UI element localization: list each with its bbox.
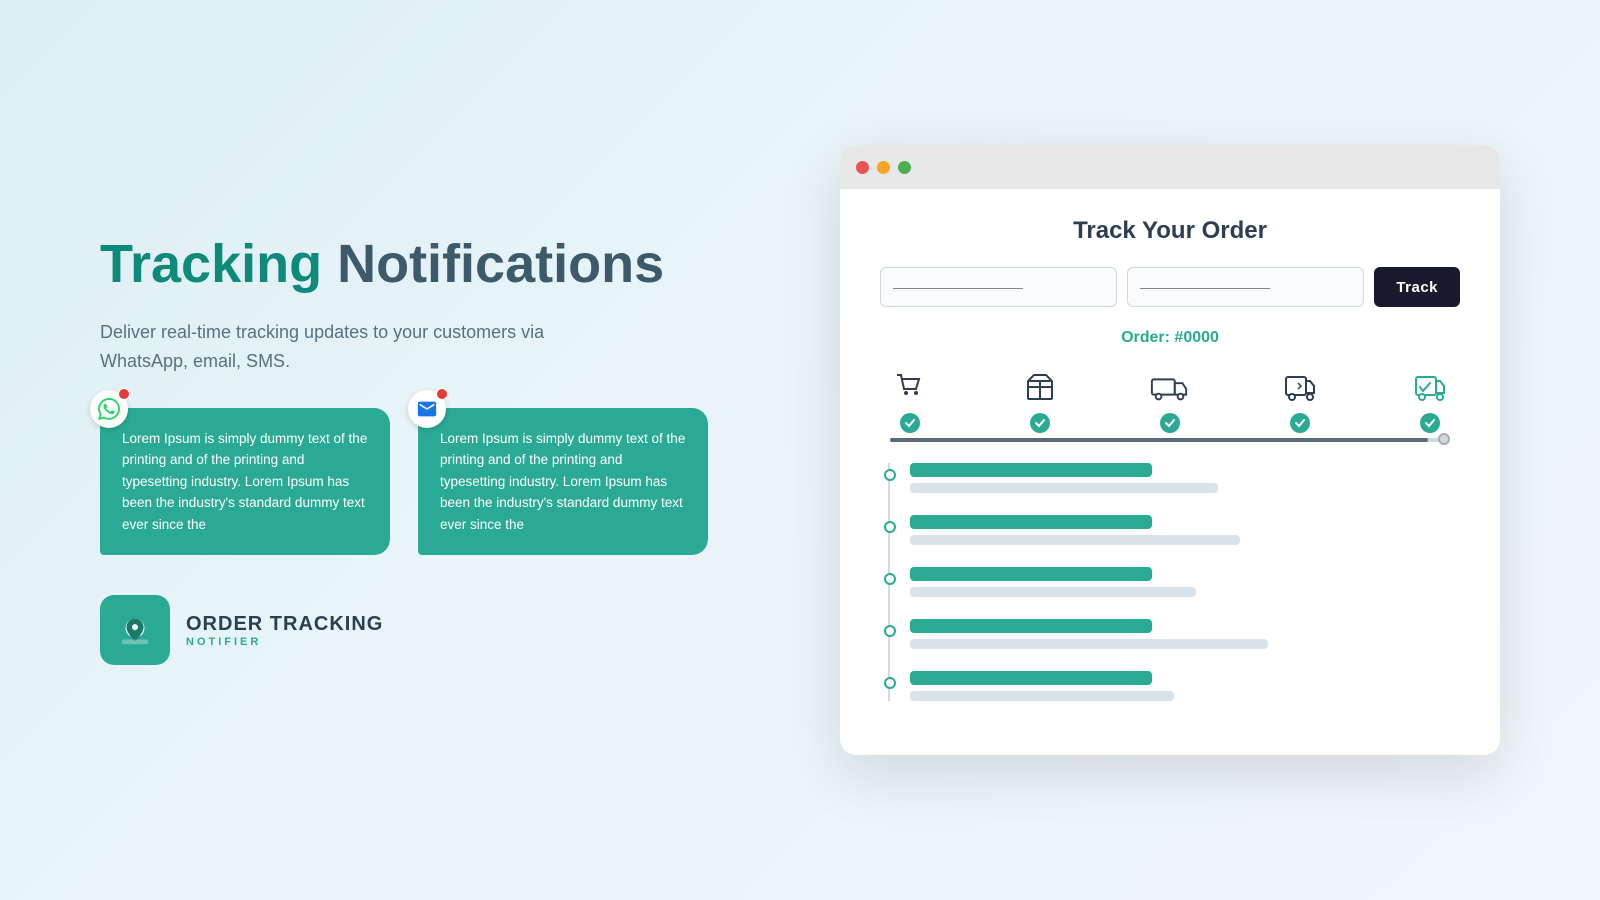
status-icons-row (880, 367, 1460, 433)
email-icon (408, 390, 446, 428)
timeline-item-4 (910, 619, 1460, 649)
status-package (1020, 367, 1060, 433)
timeline-dot-5 (884, 677, 896, 689)
brand-text: ORDER TRACKING NOTIFIER (186, 613, 383, 648)
close-dot[interactable] (856, 161, 869, 174)
timeline-item-3 (910, 567, 1460, 597)
left-panel: Tracking Notifications Deliver real-time… (100, 235, 780, 666)
track-inputs-row: Track (880, 267, 1460, 307)
dispatch-check (1160, 413, 1180, 433)
delivered-check (1420, 413, 1440, 433)
timeline-bar-primary-4 (910, 619, 1152, 633)
brand-sub: NOTIFIER (186, 636, 383, 648)
progress-thumb (1438, 433, 1450, 445)
email-input[interactable] (1127, 267, 1364, 307)
timeline-bar-secondary-1 (910, 483, 1218, 493)
browser-bar (840, 145, 1500, 189)
browser-mockup: Track Your Order Track Order: #0000 (840, 145, 1500, 755)
bubble2-text: Lorem Ipsum is simply dummy text of the … (440, 428, 686, 536)
timeline-bar-primary-5 (910, 671, 1152, 685)
whatsapp-badge (118, 388, 130, 400)
brand-logo (100, 595, 170, 665)
timeline-dot-4 (884, 625, 896, 637)
brand-name: ORDER TRACKING (186, 613, 383, 636)
headline-highlight: Tracking (100, 234, 322, 294)
dispatch-icon (1150, 367, 1190, 407)
page-container: Tracking Notifications Deliver real-time… (40, 30, 1560, 870)
timeline-dot-3 (884, 573, 896, 585)
transit-icon (1280, 367, 1320, 407)
maximize-dot[interactable] (898, 161, 911, 174)
transit-check (1290, 413, 1310, 433)
timeline-item-1 (910, 463, 1460, 493)
timeline-dot-1 (884, 469, 896, 481)
status-transit (1280, 367, 1320, 433)
delivered-icon (1410, 367, 1450, 407)
timeline-bar-secondary-4 (910, 639, 1268, 649)
track-button[interactable]: Track (1374, 267, 1460, 307)
minimize-dot[interactable] (877, 161, 890, 174)
timeline-item-5 (910, 671, 1460, 701)
timeline-bar-primary-3 (910, 567, 1152, 581)
package-icon (1020, 367, 1060, 407)
chat-bubbles: Lorem Ipsum is simply dummy text of the … (100, 408, 780, 556)
track-title: Track Your Order (880, 217, 1460, 245)
cart-check (900, 413, 920, 433)
progress-fill (890, 438, 1428, 442)
browser-content: Track Your Order Track Order: #0000 (840, 189, 1500, 755)
timeline-bar-primary-2 (910, 515, 1152, 529)
whatsapp-icon (90, 390, 128, 428)
package-check (1030, 413, 1050, 433)
whatsapp-bubble: Lorem Ipsum is simply dummy text of the … (100, 408, 390, 556)
timeline-bar-secondary-5 (910, 691, 1174, 701)
brand-footer: ORDER TRACKING NOTIFIER (100, 595, 780, 665)
timeline-dot-2 (884, 521, 896, 533)
order-number: Order: #0000 (880, 329, 1460, 347)
timeline-bar-primary-1 (910, 463, 1152, 477)
headline: Tracking Notifications (100, 235, 780, 294)
order-id-input[interactable] (880, 267, 1117, 307)
cart-icon (890, 367, 930, 407)
email-badge (436, 388, 448, 400)
progress-bar (890, 437, 1450, 443)
timeline-bar-secondary-3 (910, 587, 1196, 597)
timeline-bar-secondary-2 (910, 535, 1240, 545)
subtitle: Deliver real-time tracking updates to yo… (100, 318, 600, 376)
headline-rest: Notifications (322, 234, 664, 294)
status-delivered (1410, 367, 1450, 433)
status-cart (890, 367, 930, 433)
status-dispatch (1150, 367, 1190, 433)
bubble1-text: Lorem Ipsum is simply dummy text of the … (122, 428, 368, 536)
timeline-item-2 (910, 515, 1460, 545)
timeline (880, 463, 1460, 701)
email-bubble: Lorem Ipsum is simply dummy text of the … (418, 408, 708, 556)
